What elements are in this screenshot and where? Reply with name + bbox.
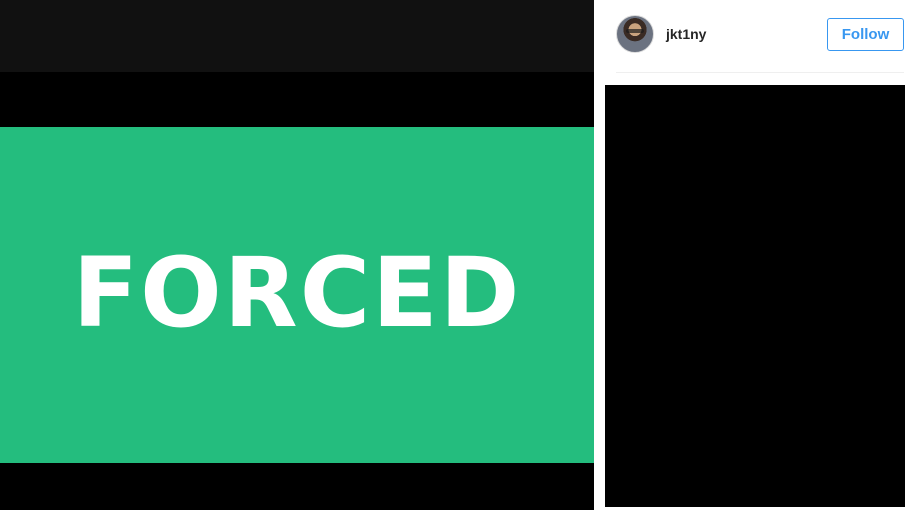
post-side-panel: jkt1ny Follow: [594, 0, 908, 510]
post-viewer: FORCED jkt1ny Follow: [0, 0, 908, 510]
avatar[interactable]: [616, 15, 654, 53]
side-media-area: [605, 85, 905, 507]
header-divider: [616, 72, 904, 73]
post-media[interactable]: FORCED: [0, 0, 594, 510]
follow-button[interactable]: Follow: [827, 18, 904, 51]
post-header: jkt1ny Follow: [594, 0, 908, 72]
username-link[interactable]: jkt1ny: [666, 26, 706, 42]
media-banner: FORCED: [0, 127, 594, 463]
media-top-bar: [0, 0, 594, 72]
banner-text: FORCED: [72, 237, 522, 349]
